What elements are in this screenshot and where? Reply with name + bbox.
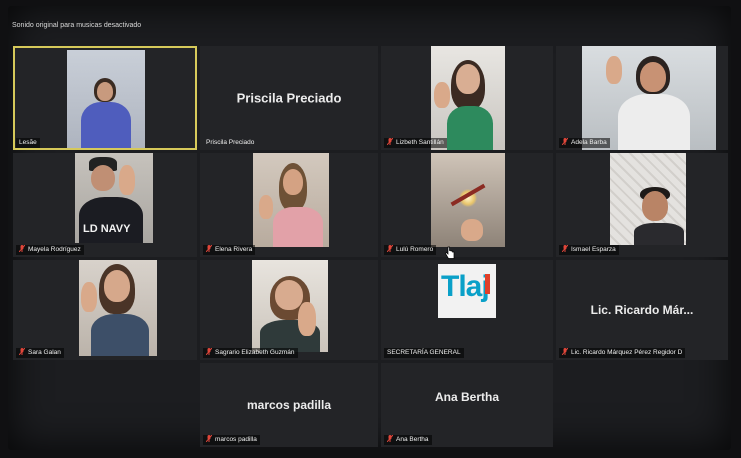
participant-tile-ismael[interactable]: Ismael Esparza [556,153,728,257]
participant-nametag: marcos padilla [203,435,260,445]
participant-display-name: Lic. Ricardo Már... [590,303,694,317]
muted-mic-icon [19,348,25,355]
participant-tile-marcos[interactable]: marcos padilla marcos padilla [200,363,378,447]
participant-tile-mayela[interactable]: LD NAVY Mayela Rodríguez [13,153,197,257]
tlaj-logo: Tlaj [438,264,496,318]
participant-tile-sara[interactable]: Sara Galan [13,260,197,360]
hand-cursor-icon [445,246,455,259]
participant-nametag: Mayela Rodríguez [16,245,84,255]
participant-video [431,46,505,150]
participant-video [67,50,145,148]
muted-mic-icon [562,348,568,355]
audio-notice: Sonido original para musicas desactivado [12,22,142,29]
participant-nametag: Lesãe [16,138,40,148]
participant-nametag: Sagrario Elizabeth Guzmán [203,348,298,358]
muted-mic-icon [206,435,212,442]
muted-mic-icon [562,245,568,252]
muted-mic-icon [387,245,393,252]
participant-nametag: Ismael Esparza [559,245,619,255]
participant-nametag: Elena Rivera [203,245,256,255]
participant-display-name: Ana Bertha [434,389,499,404]
participant-tile-lulu[interactable]: Lulú Romero [381,153,553,257]
participant-tile-lizbeth[interactable]: Lizbeth Santillán [381,46,553,150]
participant-video [252,260,328,352]
shirt-print: LD NAVY [83,223,131,235]
participant-display-name: Priscila Preciado [236,90,342,106]
zoom-gallery-screen: Sonido original para musicas desactivado… [8,6,731,450]
participant-tile-elena[interactable]: Elena Rivera [200,153,378,257]
participant-nametag: Ana Bertha [384,435,432,445]
participant-tile-ricardo[interactable]: Lic. Ricardo Már... Lic. Ricardo Márquez… [556,260,728,360]
muted-mic-icon [206,348,212,355]
participant-video [253,153,329,247]
muted-mic-icon [387,138,393,145]
logo-accent [485,274,490,294]
participant-video [582,46,716,150]
participant-tile-sagrario[interactable]: Sagrario Elizabeth Guzmán [200,260,378,360]
participant-nametag: Lizbeth Santillán [384,138,447,148]
participant-tile-ana-bertha[interactable]: Ana Bertha Ana Bertha [381,363,553,447]
participant-video [431,153,505,247]
muted-mic-icon [562,138,568,145]
muted-mic-icon [206,245,212,252]
participant-video: LD NAVY [75,153,153,243]
muted-mic-icon [19,245,25,252]
participant-nametag: Adela Barba [559,138,610,148]
participant-tile-priscila[interactable]: Priscila Preciado Priscila Preciado [200,46,378,150]
participant-video [610,153,686,245]
participant-tile-adela[interactable]: Adela Barba [556,46,728,150]
participant-nametag: Lic. Ricardo Márquez Pérez Regidor D [559,348,686,358]
participant-video [79,260,157,356]
muted-mic-icon [387,435,393,442]
participant-nametag: SECRETARÍA GENERAL [384,348,464,358]
participant-nametag: Priscila Preciado [206,139,255,146]
participant-display-name: marcos padilla [246,398,332,412]
participant-nametag: Lulú Romero [384,245,437,255]
participant-nametag: Sara Galan [16,348,64,358]
participant-tile-lesae[interactable]: Lesãe [13,46,197,150]
